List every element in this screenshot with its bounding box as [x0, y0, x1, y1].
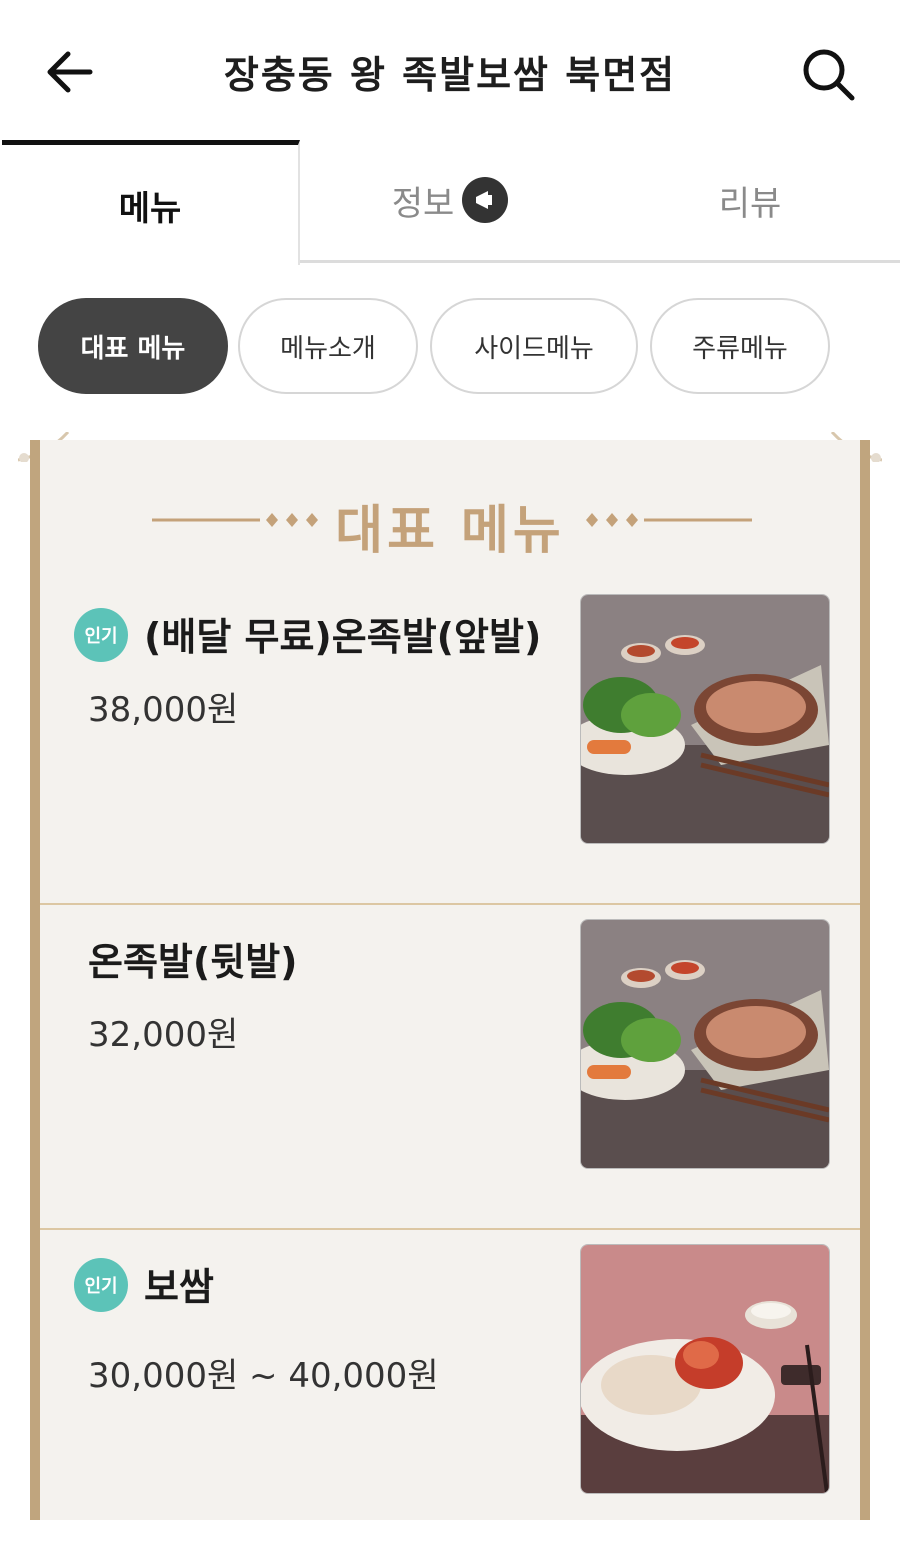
item-name: 보쌈	[144, 1265, 214, 1309]
tab-menu[interactable]: 메뉴	[2, 140, 300, 265]
chip-side-menu[interactable]: 사이드메뉴	[430, 298, 638, 394]
search-button[interactable]	[796, 42, 860, 106]
back-button[interactable]	[40, 42, 100, 102]
tab-menu-label: 메뉴	[118, 188, 182, 229]
jokbal-photo	[581, 595, 829, 843]
tab-bar: 메뉴 정보 리뷰	[0, 140, 900, 265]
bossam-photo	[581, 1245, 829, 1493]
menu-item[interactable]: 인기 (배달 무료)온족발(앞발) 38,000원	[40, 578, 860, 905]
menu-item[interactable]: 온족발(뒷발) 32,000원	[40, 903, 860, 1230]
item-name: (배달 무료)온족발(앞발)	[144, 615, 542, 659]
item-name: 온족발(뒷발)	[88, 940, 298, 984]
item-photo[interactable]	[580, 919, 830, 1169]
category-chips: 대표 메뉴 메뉴소개 사이드메뉴 주류메뉴	[0, 296, 900, 400]
tab-review[interactable]: 리뷰	[600, 140, 900, 263]
popular-badge: 인기	[74, 608, 128, 662]
chip-signature-menu[interactable]: 대표 메뉴	[38, 298, 228, 394]
section-header: 대표 메뉴	[40, 480, 860, 561]
tab-review-label: 리뷰	[718, 183, 782, 224]
item-price: 30,000원 ~ 40,000원	[88, 1356, 439, 1396]
chip-drinks-menu[interactable]: 주류메뉴	[650, 298, 830, 394]
arrow-left-icon	[47, 51, 93, 93]
megaphone-icon	[462, 177, 509, 223]
item-photo[interactable]	[580, 594, 830, 844]
section-title: 대표 메뉴	[335, 501, 565, 561]
page-title: 장충동 왕 족발보쌈 북면점	[223, 53, 677, 97]
item-price: 32,000원	[88, 1015, 239, 1055]
chip-menu-intro[interactable]: 메뉴소개	[238, 298, 418, 394]
menu-board: 대표 메뉴 인기 (배달 무료)온족발(앞발) 38,000원 온족발(뒷발) …	[30, 440, 870, 1520]
jokbal-photo	[581, 920, 829, 1168]
search-icon	[803, 49, 855, 101]
menu-item[interactable]: 인기 보쌈 30,000원 ~ 40,000원	[40, 1228, 860, 1553]
tab-info-label: 정보	[391, 183, 455, 224]
popular-badge: 인기	[74, 1258, 128, 1312]
item-price: 38,000원	[88, 690, 239, 730]
item-photo[interactable]	[580, 1244, 830, 1494]
app-header: 장충동 왕 족발보쌈 북면점	[0, 0, 900, 140]
tab-info[interactable]: 정보	[300, 140, 600, 263]
